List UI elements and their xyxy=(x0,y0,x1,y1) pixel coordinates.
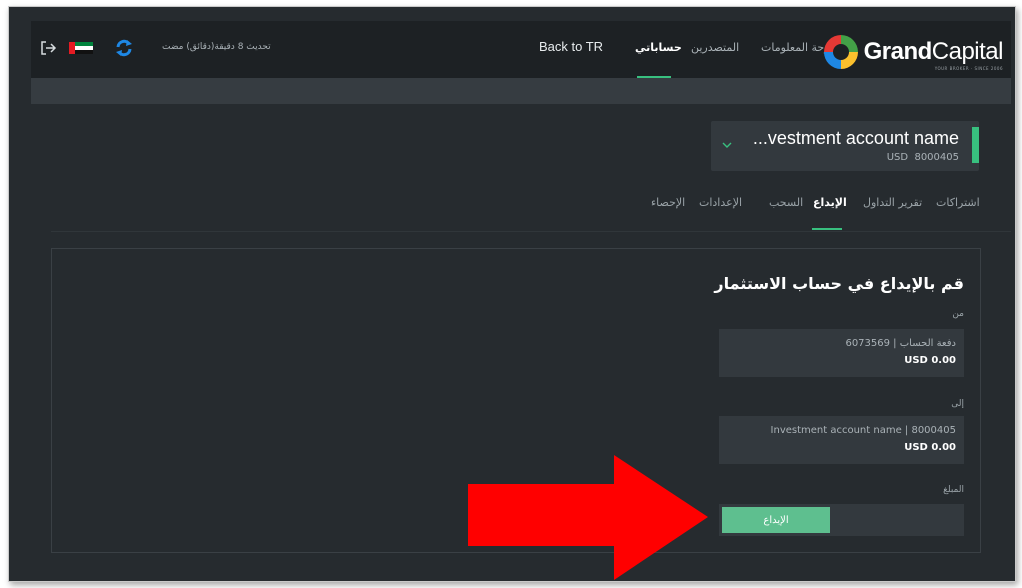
grandcapital-logo[interactable]: GrandCapital YOUR BROKER · SINCE 2006 xyxy=(823,35,1004,71)
account-accent-bar xyxy=(972,127,979,163)
tab-subscriptions[interactable]: اشتراكات xyxy=(936,196,980,209)
account-meta: USD 8000405 xyxy=(886,152,959,163)
logout-icon[interactable] xyxy=(39,39,57,57)
tab-statistics[interactable]: الإحصاء xyxy=(651,196,685,209)
last-updated-text: تحديث 8 دقيقة(دقائق) مضت xyxy=(162,42,271,52)
sub-bar xyxy=(31,78,1011,104)
tabs-divider xyxy=(51,231,1011,232)
amount-label: المبلغ xyxy=(943,485,964,495)
deposit-button[interactable]: الإيداع xyxy=(722,507,830,533)
amount-input[interactable]: الإيداع xyxy=(719,504,964,536)
logo-text: GrandCapital xyxy=(863,38,1004,65)
nav-my-accounts[interactable]: حساباتي xyxy=(635,41,682,54)
logo-mark-icon xyxy=(823,35,858,69)
from-account-balance: USD 0.00 xyxy=(904,355,956,366)
deposit-heading: قم بالإيداع في حساب الاستثمار xyxy=(714,274,964,293)
tab-deposit[interactable]: الإيداع xyxy=(813,196,847,209)
tab-settings[interactable]: الإعدادات xyxy=(699,196,742,209)
annotation-arrow-icon xyxy=(468,455,708,580)
nav-dashboard[interactable]: لوحة المعلومات xyxy=(761,41,833,54)
back-to-tr-link[interactable]: Back to TR xyxy=(539,39,603,54)
from-account-name: دفعة الحساب | 6073569 xyxy=(845,338,956,349)
top-bar: تحديث 8 دقيقة(دقائق) مضت Back to TR حساب… xyxy=(31,21,1011,78)
to-account-balance: USD 0.00 xyxy=(904,442,956,453)
nav-leaders[interactable]: المتصدرين xyxy=(691,41,739,54)
account-selector[interactable]: ...vestment account name USD 8000405 xyxy=(711,121,979,171)
chevron-down-icon[interactable] xyxy=(721,139,733,151)
tab-withdraw[interactable]: السحب xyxy=(769,196,803,209)
tab-active-underline xyxy=(812,228,842,230)
account-name: ...vestment account name xyxy=(752,128,959,148)
to-account-field[interactable]: Investment account name | 8000405 USD 0.… xyxy=(719,416,964,464)
from-label: من xyxy=(952,309,964,319)
to-label: إلى xyxy=(951,399,964,409)
logo-tagline: YOUR BROKER · SINCE 2006 xyxy=(934,66,1003,71)
uae-flag-icon[interactable] xyxy=(69,42,93,54)
from-account-field[interactable]: دفعة الحساب | 6073569 USD 0.00 xyxy=(719,329,964,377)
to-account-name: Investment account name | 8000405 xyxy=(770,425,956,436)
tab-trading-report[interactable]: تقرير التداول xyxy=(863,196,922,209)
refresh-icon[interactable] xyxy=(114,38,134,58)
